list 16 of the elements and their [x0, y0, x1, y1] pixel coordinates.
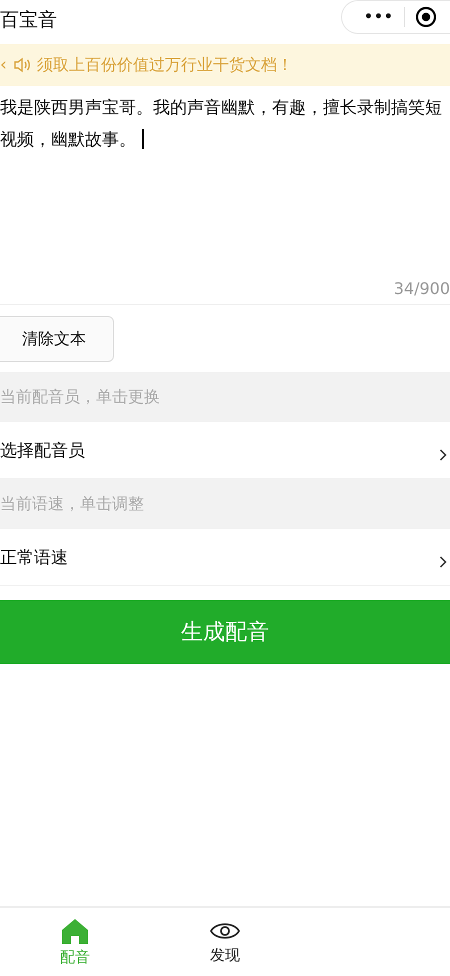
chevron-right-icon	[439, 448, 447, 462]
tab[interactable]: 发现	[150, 908, 300, 976]
picker-row[interactable]: 正常语速	[0, 529, 450, 586]
hint-text: 当前配音员，单击更换	[0, 386, 160, 408]
app-title: 百宝音	[0, 8, 57, 33]
text-input[interactable]: 我是陕西男声宝哥。我的声音幽默，有趣，擅长录制搞笑短视频，幽默故事。	[0, 86, 450, 279]
picker-value: 选择配音员	[0, 440, 85, 462]
more-button[interactable]: •••	[364, 9, 394, 25]
hint-text: 当前语速，单击调整	[0, 494, 144, 514]
speaker-icon	[12, 57, 31, 73]
character-counter: 34/900	[394, 279, 450, 300]
picker-value: 正常语速	[0, 546, 68, 568]
home-icon	[61, 918, 89, 944]
clear-text-button[interactable]: 清除文本	[0, 316, 114, 362]
notice-text: 须取上百份价值过万行业干货文档！	[36, 54, 293, 76]
chevron-right-icon	[439, 555, 447, 569]
